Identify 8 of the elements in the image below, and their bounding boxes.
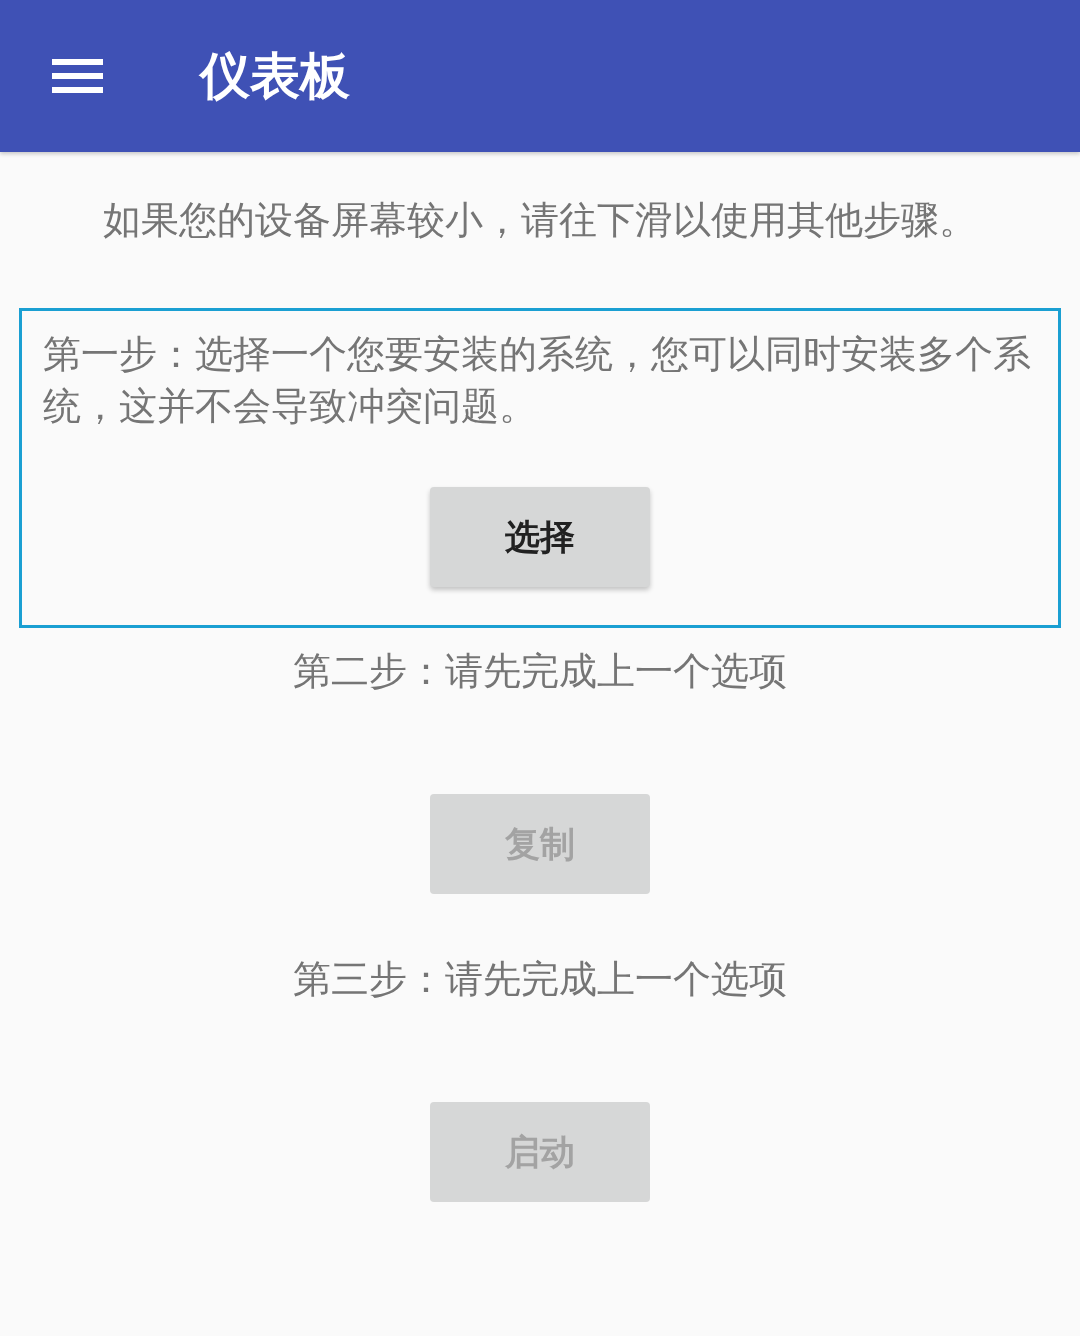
step-text: 第三步：请先完成上一个选项 [293,956,787,1003]
step-button[interactable]: 选择 [430,487,650,587]
app-bar-title: 仪表板 [200,46,350,106]
step-text: 第一步：选择一个您要安装的系统，您可以同时安装多个系统，这并不会导致冲突问题。 [43,331,1032,430]
hint-text: 如果您的设备屏幕较小，请往下滑以使用其他步骤。 [102,197,978,244]
menu-button[interactable] [52,59,103,93]
menu-icon [52,59,103,93]
step-text: 第二步：请先完成上一个选项 [293,648,787,695]
